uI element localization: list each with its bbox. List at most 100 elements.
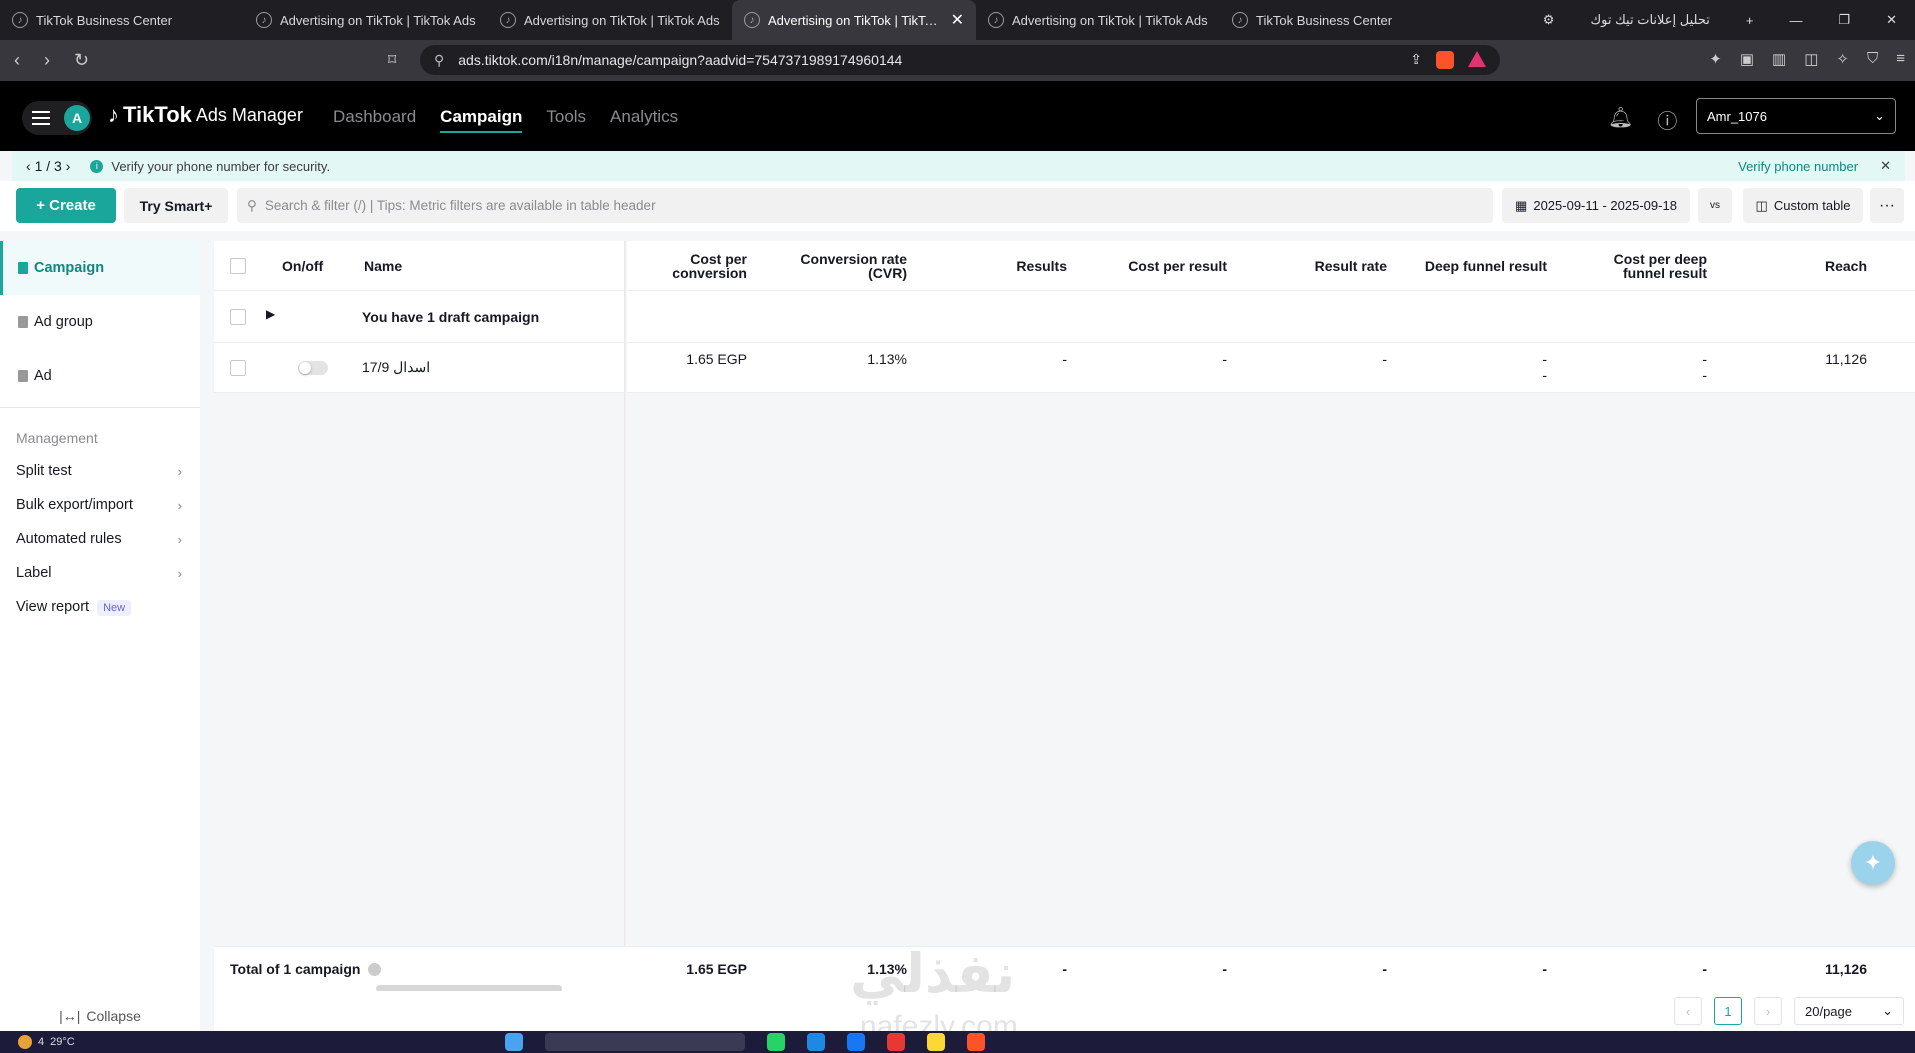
header-result-rate[interactable]: Result rate [1257,241,1387,291]
prev-page-icon[interactable]: ‹ [1674,997,1702,1025]
browser-tab[interactable]: ♪ TikTok Business Center [0,0,244,40]
nav-dashboard[interactable]: Dashboard [333,107,416,133]
header-name[interactable]: Name [364,241,564,291]
header-deep-funnel-result[interactable]: Deep funnel result [1397,241,1547,291]
close-window-icon[interactable]: ✕ [1868,12,1915,28]
browser-tab-active[interactable]: ♪ Advertising on TikTok | TikTok Ads ✕ [732,0,976,40]
brave-icon[interactable] [967,1033,985,1051]
header-cvr[interactable]: Conversion rate (CVR) [787,241,907,291]
total-help-icon[interactable] [368,962,382,976]
nav-analytics[interactable]: Analytics [610,107,678,133]
header-cost-per-result[interactable]: Cost per result [1087,241,1227,291]
verify-phone-link[interactable]: Verify phone number [1738,159,1858,174]
menu-toggle[interactable]: A [22,101,92,135]
site-settings-icon[interactable]: ⚲ [434,52,444,69]
sidebar-item-view-report[interactable]: View report New [0,590,200,624]
page-size-select[interactable]: 20/page ⌄ [1794,997,1904,1025]
total-reach: 11,126 [1824,961,1867,977]
brave-rewards-icon[interactable] [1468,51,1486,67]
custom-table-button[interactable]: ◫ Custom table [1743,188,1863,223]
chatgpt-icon[interactable]: ⚙ [1525,12,1573,28]
sidebar-toggle-icon[interactable]: ▥ [1772,50,1786,68]
sidebar-item-label: Automated rules [16,531,122,547]
tiktok-ads-logo[interactable]: ♪ TikTok Ads Manager [108,102,303,128]
taskbar-search-box[interactable] [545,1033,745,1051]
browser-tab[interactable]: ♪ TikTok Business Center [1220,0,1464,40]
more-options-button[interactable]: ··· [1870,188,1904,223]
bookmark-icon[interactable]: ⌑ [388,50,396,70]
rtl-tab-title[interactable]: تحليل إعلانات تيك توك [1572,12,1727,28]
sidebar-item-split-test[interactable]: Split test › [0,454,200,488]
select-all-checkbox[interactable] [230,258,246,274]
draft-campaign-text[interactable]: You have 1 draft campaign [362,309,539,325]
bell-icon[interactable]: 🔔︎ [1608,105,1633,134]
campaign-toggle[interactable] [298,361,328,375]
header-cost-per-conversion[interactable]: Cost per conversion [634,241,747,291]
next-page-icon[interactable]: › [1754,997,1782,1025]
expand-triangle-icon[interactable]: ▶ [266,307,275,321]
app-icon[interactable] [887,1033,905,1051]
hamburger-icon[interactable] [32,111,50,125]
share-icon[interactable]: ⇪ [1410,51,1422,69]
date-range-picker[interactable]: ▦ 2025-09-11 - 2025-09-18 [1502,188,1690,223]
menu-icon[interactable]: ≡ [1896,50,1905,68]
browser-tab[interactable]: ♪ Advertising on TikTok | TikTok Ads [976,0,1220,40]
draft-checkbox[interactable] [230,309,246,325]
sidebar-item-automated-rules[interactable]: Automated rules › [0,522,200,556]
header-reach[interactable]: Reach [1777,241,1867,291]
ads-manager-header: A ♪ TikTok Ads Manager Dashboard Campaig… [0,81,1915,151]
sidebar-item-label-mgmt[interactable]: Label › [0,556,200,590]
whatsapp-icon[interactable] [767,1033,785,1051]
tab-title: Advertising on TikTok | TikTok Ads [768,12,943,28]
header-results[interactable]: Results [947,241,1067,291]
restore-icon[interactable]: ❐ [1820,12,1868,28]
close-tab-icon[interactable]: ✕ [951,10,964,30]
browser-tab[interactable]: ♪ Advertising on TikTok | TikTok Ads [488,0,732,40]
sidebar-item-bulk-export[interactable]: Bulk export/import › [0,488,200,522]
extensions-icon[interactable]: ✦ [1709,50,1722,68]
compare-button[interactable]: vs [1698,188,1732,223]
campaign-name-link[interactable]: اسدال 17/9 [362,359,430,376]
facebook-icon[interactable] [847,1033,865,1051]
total-cost-per-result: - [1222,961,1227,977]
vpn-icon[interactable]: ⛉ [1867,50,1878,68]
sidebar-item-campaign[interactable]: Campaign [0,241,200,295]
wallet-icon[interactable]: ◫ [1804,50,1818,68]
browser-tab[interactable]: ♪ Advertising on TikTok | TikTok Ads [244,0,488,40]
reload-icon[interactable]: ↻ [74,50,89,71]
collapse-button[interactable]: |↔| Collapse [0,1000,200,1031]
app-icon[interactable] [927,1033,945,1051]
help-icon[interactable]: ⓘ [1657,105,1677,134]
page-1-button[interactable]: 1 [1714,997,1742,1025]
minimize-icon[interactable]: — [1771,13,1820,28]
ai-assistant-button[interactable]: ✦ [1851,841,1895,885]
sparkle-icon: ✦ [1863,850,1883,875]
windows-start-icon[interactable] [505,1033,523,1051]
row-checkbox[interactable] [230,360,246,376]
nav-campaign[interactable]: Campaign [440,107,523,133]
edge-icon[interactable] [807,1033,825,1051]
forward-icon[interactable]: › [44,50,50,71]
create-button[interactable]: + Create [16,188,116,223]
brave-shields-icon[interactable] [1436,51,1454,69]
close-notice-icon[interactable]: ✕ [1880,158,1891,174]
sidebar-item-label: Split test [16,463,72,479]
try-smart-button[interactable]: Try Smart+ [124,188,228,223]
new-tab-icon[interactable]: + [1728,13,1772,28]
search-filter-input[interactable]: ⚲ Search & filter (/) | Tips: Metric fil… [237,188,1493,223]
header-cost-per-deep-funnel[interactable]: Cost per deep funnel result [1587,241,1707,291]
url-field[interactable]: ⚲ ads.tiktok.com/i18n/manage/campaign?aa… [420,45,1500,75]
draft-row[interactable]: ▶ You have 1 draft campaign [214,291,1915,343]
nav-tools[interactable]: Tools [546,107,586,133]
weather-widget[interactable]: 4 29°C [18,1035,75,1049]
sidebar-item-ad-group[interactable]: Ad group [0,295,200,349]
sidebar-item-ad[interactable]: Ad [0,349,200,403]
account-selector[interactable]: Amr_1076 ⌄ [1696,98,1896,134]
back-icon[interactable]: ‹ [14,50,20,71]
logo-text: TikTok [123,102,192,127]
header-onoff[interactable]: On/off [282,241,362,291]
screenshot-icon[interactable]: ▣ [1740,50,1754,68]
leo-ai-icon[interactable]: ✧ [1836,50,1849,68]
avatar[interactable]: A [64,105,90,131]
notice-pager[interactable]: ‹ 1 / 3 › [26,158,70,174]
